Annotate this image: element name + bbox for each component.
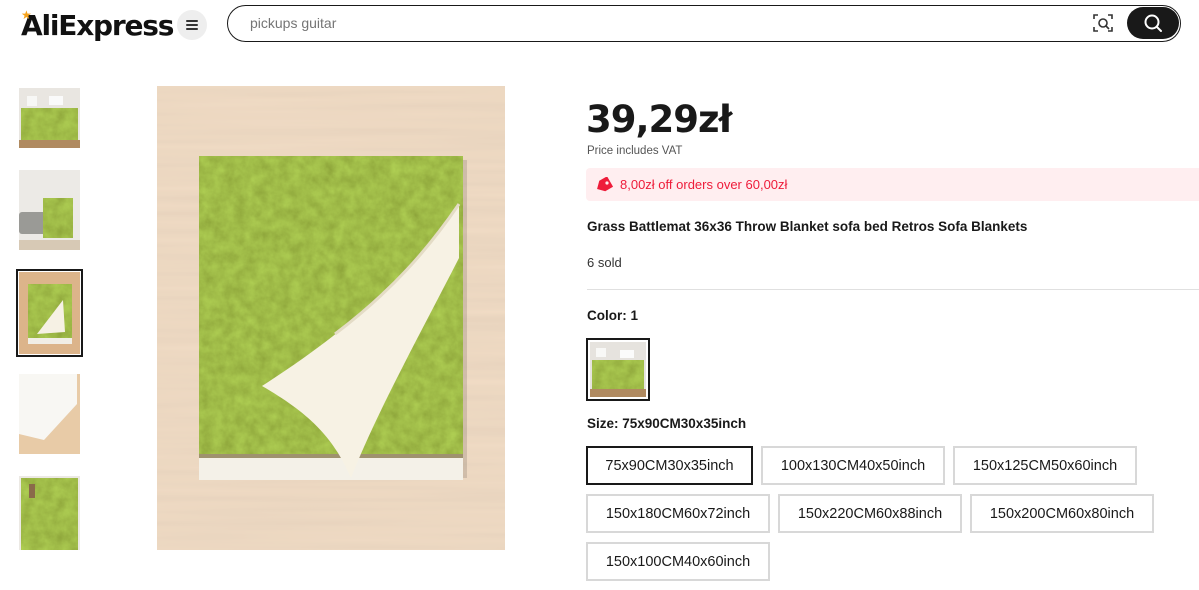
search-icon [1144,14,1162,32]
camera-search-icon[interactable] [1093,13,1113,33]
promo-text: 8,00zł off orders over 60,00zł [620,177,788,192]
price-tag-icon [597,176,613,191]
search-bar [227,5,1181,42]
color-label: Color: 1 [587,308,639,323]
size-option-150x200[interactable]: 150x200CM60x80inch [970,494,1154,533]
thumbnail-sofa-room[interactable] [19,170,80,250]
logo-star-icon: ★ [21,8,32,22]
sold-count: 6 sold [587,255,622,270]
promo-banner[interactable]: 8,00zł off orders over 60,00zł [586,168,1199,201]
main-product-image[interactable] [157,86,505,550]
vat-note: Price includes VAT [587,145,683,157]
search-input[interactable] [250,6,1070,40]
size-option-75x90[interactable]: 75x90CM30x35inch [586,446,753,485]
divider [587,289,1199,290]
product-price: 39,29zł [586,98,732,141]
search-button[interactable] [1127,7,1179,39]
size-option-150x180[interactable]: 150x180CM60x72inch [586,494,770,533]
size-option-100x130[interactable]: 100x130CM40x50inch [761,446,945,485]
thumbnail-blanket-hanging[interactable] [19,476,80,550]
size-option-150x125[interactable]: 150x125CM50x60inch [953,446,1137,485]
size-label: Size: 75x90CM30x35inch [587,416,747,431]
size-option-150x220[interactable]: 150x220CM60x88inch [778,494,962,533]
hamburger-menu-button[interactable] [177,10,207,40]
product-title: Grass Battlemat 36x36 Throw Blanket sofa… [587,219,1028,234]
aliexpress-logo[interactable]: ★ AliExpress [21,8,174,42]
thumbnail-bed-room[interactable] [19,88,80,148]
color-swatch-1[interactable] [586,338,650,401]
logo-text: AliExpress [21,8,174,42]
thumbnail-blanket-folded[interactable] [16,269,83,357]
hamburger-menu-icon [186,20,198,30]
size-option-150x100[interactable]: 150x100CM40x60inch [586,542,770,581]
thumbnail-blanket-corner[interactable] [19,374,80,454]
